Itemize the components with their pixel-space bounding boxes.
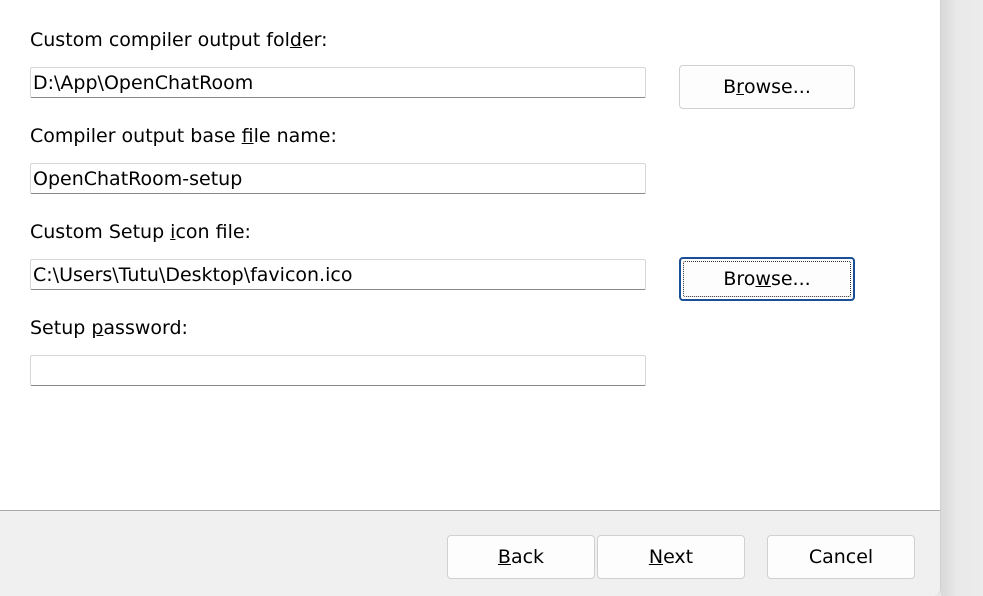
browse-output-folder-button[interactable]: Br owse... xyxy=(679,65,855,109)
base-file-name-input[interactable] xyxy=(30,163,646,194)
desktop-backdrop xyxy=(941,0,983,596)
icon-file-input[interactable] xyxy=(30,259,646,290)
base-file-name-label: Compiler output base file name: xyxy=(30,125,337,147)
icon-file-label: Custom Setup icon file: xyxy=(30,221,251,243)
output-folder-input[interactable] xyxy=(30,67,646,98)
cancel-button[interactable]: Cancel xyxy=(767,535,915,579)
browse-icon-file-button[interactable]: Bro w se... xyxy=(679,257,855,301)
wizard-window: Custom compiler output folder: Browse...… xyxy=(0,0,941,596)
password-input[interactable] xyxy=(30,355,646,386)
wizard-footer: Back Next Cancel xyxy=(0,510,940,596)
password-label: Setup password: xyxy=(30,317,188,339)
back-button[interactable]: Back xyxy=(447,535,595,579)
output-folder-label: Custom compiler output folder: xyxy=(30,29,328,51)
next-button[interactable]: Next xyxy=(597,535,745,579)
